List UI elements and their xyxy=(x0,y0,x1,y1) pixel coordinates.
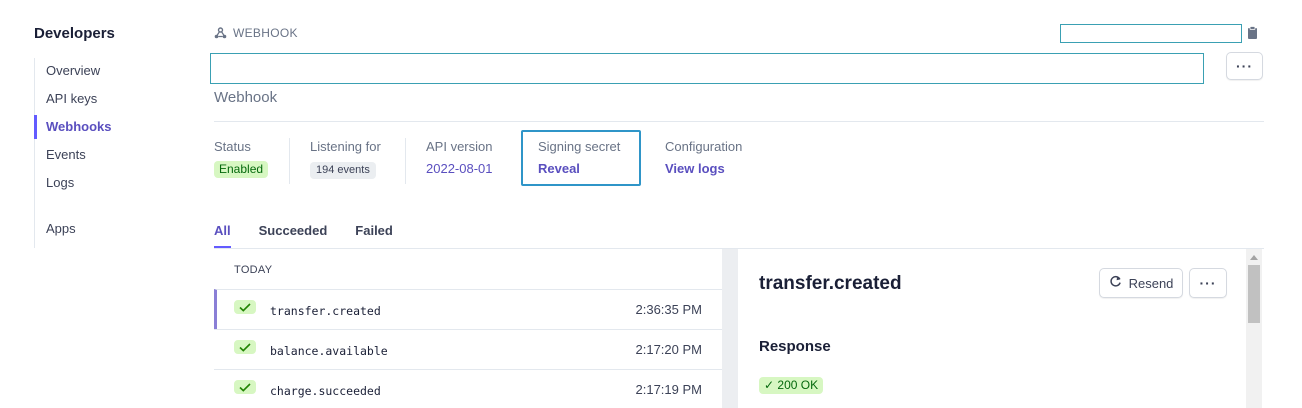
sidebar: Developers Overview API keys Webhooks Ev… xyxy=(0,0,190,408)
event-filter-tabs: All Succeeded Failed xyxy=(214,223,421,248)
sidebar-item-apps[interactable]: Apps xyxy=(35,217,185,241)
pane-divider-handle[interactable] xyxy=(722,249,738,408)
meta-divider xyxy=(289,138,290,184)
event-detail-title: transfer.created xyxy=(759,273,902,294)
breadcrumb: WEBHOOK xyxy=(214,26,298,40)
more-actions-button[interactable]: ··· xyxy=(1226,52,1263,80)
event-detail: transfer.created Resend ··· Response ✓ 2… xyxy=(738,249,1264,408)
resend-button[interactable]: Resend xyxy=(1099,268,1183,298)
sidebar-item-events[interactable]: Events xyxy=(35,143,185,167)
refresh-icon xyxy=(1109,275,1122,291)
api-version-link[interactable]: 2022-08-01 xyxy=(426,161,493,176)
sidebar-item-webhooks[interactable]: Webhooks xyxy=(34,115,184,139)
detail-more-button[interactable]: ··· xyxy=(1189,268,1227,298)
meta-listening: Listening for 194 events xyxy=(310,139,381,179)
page-subtitle: Webhook xyxy=(214,89,278,106)
tab-succeeded[interactable]: Succeeded xyxy=(259,223,328,248)
event-time: 2:17:20 PM xyxy=(635,342,703,357)
api-version-label: API version xyxy=(426,139,493,154)
meta-divider xyxy=(405,138,406,184)
check-icon xyxy=(234,380,256,394)
detail-scrollbar[interactable] xyxy=(1246,249,1262,408)
events-count-badge[interactable]: 194 events xyxy=(310,162,376,179)
response-status-badge: ✓ 200 OK xyxy=(759,377,824,394)
tab-all[interactable]: All xyxy=(214,223,231,248)
meta-configuration: Configuration View logs xyxy=(665,139,742,176)
webhook-icon xyxy=(214,27,227,39)
clipboard-icon[interactable] xyxy=(1247,26,1258,40)
event-time: 2:17:19 PM xyxy=(635,382,703,397)
listening-label: Listening for xyxy=(310,139,381,154)
breadcrumb-label: WEBHOOK xyxy=(233,26,298,40)
check-icon xyxy=(234,300,256,314)
group-label-today: TODAY xyxy=(234,264,273,276)
meta-status: Status Enabled xyxy=(214,139,269,178)
view-logs-link[interactable]: View logs xyxy=(665,161,725,176)
meta-signing-secret: Signing secret Reveal xyxy=(538,139,620,176)
meta-api-version: API version 2022-08-01 xyxy=(426,139,493,176)
event-list: TODAY transfer.created 2:36:35 PM balanc… xyxy=(214,249,722,408)
check-icon xyxy=(234,340,256,354)
status-label: Status xyxy=(214,139,251,154)
tab-failed[interactable]: Failed xyxy=(355,223,393,248)
sidebar-nav: Overview API keys Webhooks Events Logs A… xyxy=(34,58,184,248)
endpoint-url-input[interactable] xyxy=(210,53,1204,84)
event-name: transfer.created xyxy=(270,304,381,318)
event-row[interactable]: transfer.created 2:36:35 PM xyxy=(214,289,722,329)
event-row[interactable]: charge.succeeded 2:17:19 PM xyxy=(214,369,722,408)
scroll-thumb[interactable] xyxy=(1248,265,1260,323)
event-name: balance.available xyxy=(270,344,388,358)
scroll-up-icon[interactable] xyxy=(1250,255,1258,260)
event-name: charge.succeeded xyxy=(270,384,381,398)
resend-label: Resend xyxy=(1128,275,1174,291)
webhook-id-field[interactable] xyxy=(1060,24,1242,43)
event-row[interactable]: balance.available 2:17:20 PM xyxy=(214,329,722,369)
sidebar-title: Developers xyxy=(34,25,115,42)
response-heading: Response xyxy=(759,338,831,355)
reveal-secret-link[interactable]: Reveal xyxy=(538,161,580,176)
configuration-label: Configuration xyxy=(665,139,743,154)
header-divider xyxy=(214,121,1264,122)
status-badge: Enabled xyxy=(214,161,269,178)
sidebar-item-overview[interactable]: Overview xyxy=(35,59,185,83)
sidebar-item-api-keys[interactable]: API keys xyxy=(35,87,185,111)
sidebar-item-logs[interactable]: Logs xyxy=(35,171,185,195)
signing-secret-label: Signing secret xyxy=(538,139,621,154)
event-time: 2:36:35 PM xyxy=(635,302,703,317)
